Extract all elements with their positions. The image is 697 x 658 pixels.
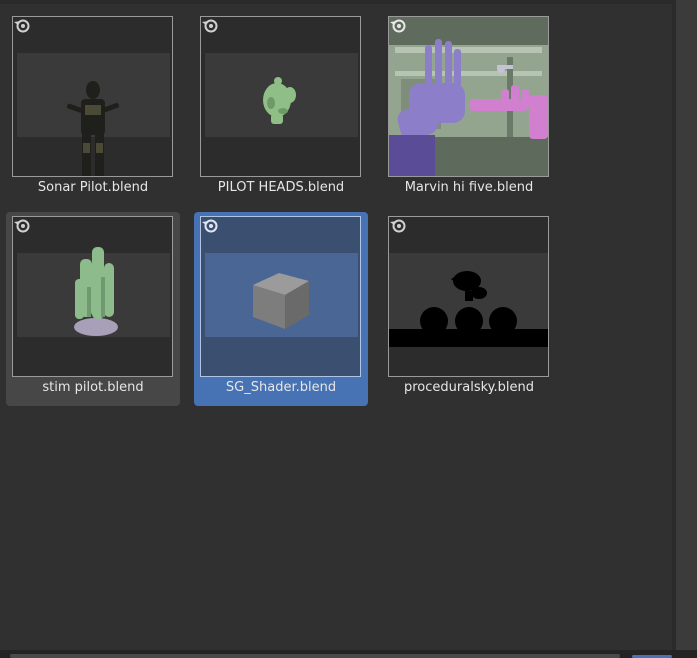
soldier-figure-thumbnail (12, 16, 173, 177)
robot-hand-thumbnail (388, 16, 549, 177)
horizontal-scrollbar[interactable] (10, 654, 620, 658)
blender-icon (390, 219, 406, 233)
blender-icon (390, 19, 406, 33)
green-crystal-thumbnail (12, 216, 173, 377)
blender-icon (14, 19, 30, 33)
file-name: stim pilot.blend (42, 380, 144, 395)
file-tile-sg-shader[interactable]: SG_Shader.blend (194, 212, 368, 406)
silhouette-thumbnail (388, 216, 549, 377)
green-head-thumbnail (200, 16, 361, 177)
bottom-bar (0, 650, 697, 658)
top-edge (0, 0, 672, 4)
file-tile-marvin-hi-five[interactable]: Marvin hi five.blend (382, 12, 556, 206)
file-name: Sonar Pilot.blend (37, 180, 149, 195)
blender-icon (202, 219, 218, 233)
blender-icon (202, 19, 218, 33)
file-name: Marvin hi five.blend (404, 180, 534, 195)
file-name: proceduralsky.blend (404, 380, 534, 395)
file-name: PILOT HEADS.blend (217, 180, 345, 195)
scrollbar-gutter (672, 0, 676, 658)
file-tile-proceduralsky[interactable]: proceduralsky.blend (382, 212, 556, 406)
file-browser-grid: Sonar Pilot.blend PILOT HEADS.blend Marv… (0, 0, 672, 650)
file-tile-pilot-heads[interactable]: PILOT HEADS.blend (194, 12, 368, 206)
file-tile-stim-pilot[interactable]: stim pilot.blend (6, 212, 180, 406)
cube-thumbnail (200, 216, 361, 377)
blender-icon (14, 219, 30, 233)
file-name: SG_Shader.blend (225, 380, 337, 395)
file-tile-sonar-pilot[interactable]: Sonar Pilot.blend (6, 12, 180, 206)
